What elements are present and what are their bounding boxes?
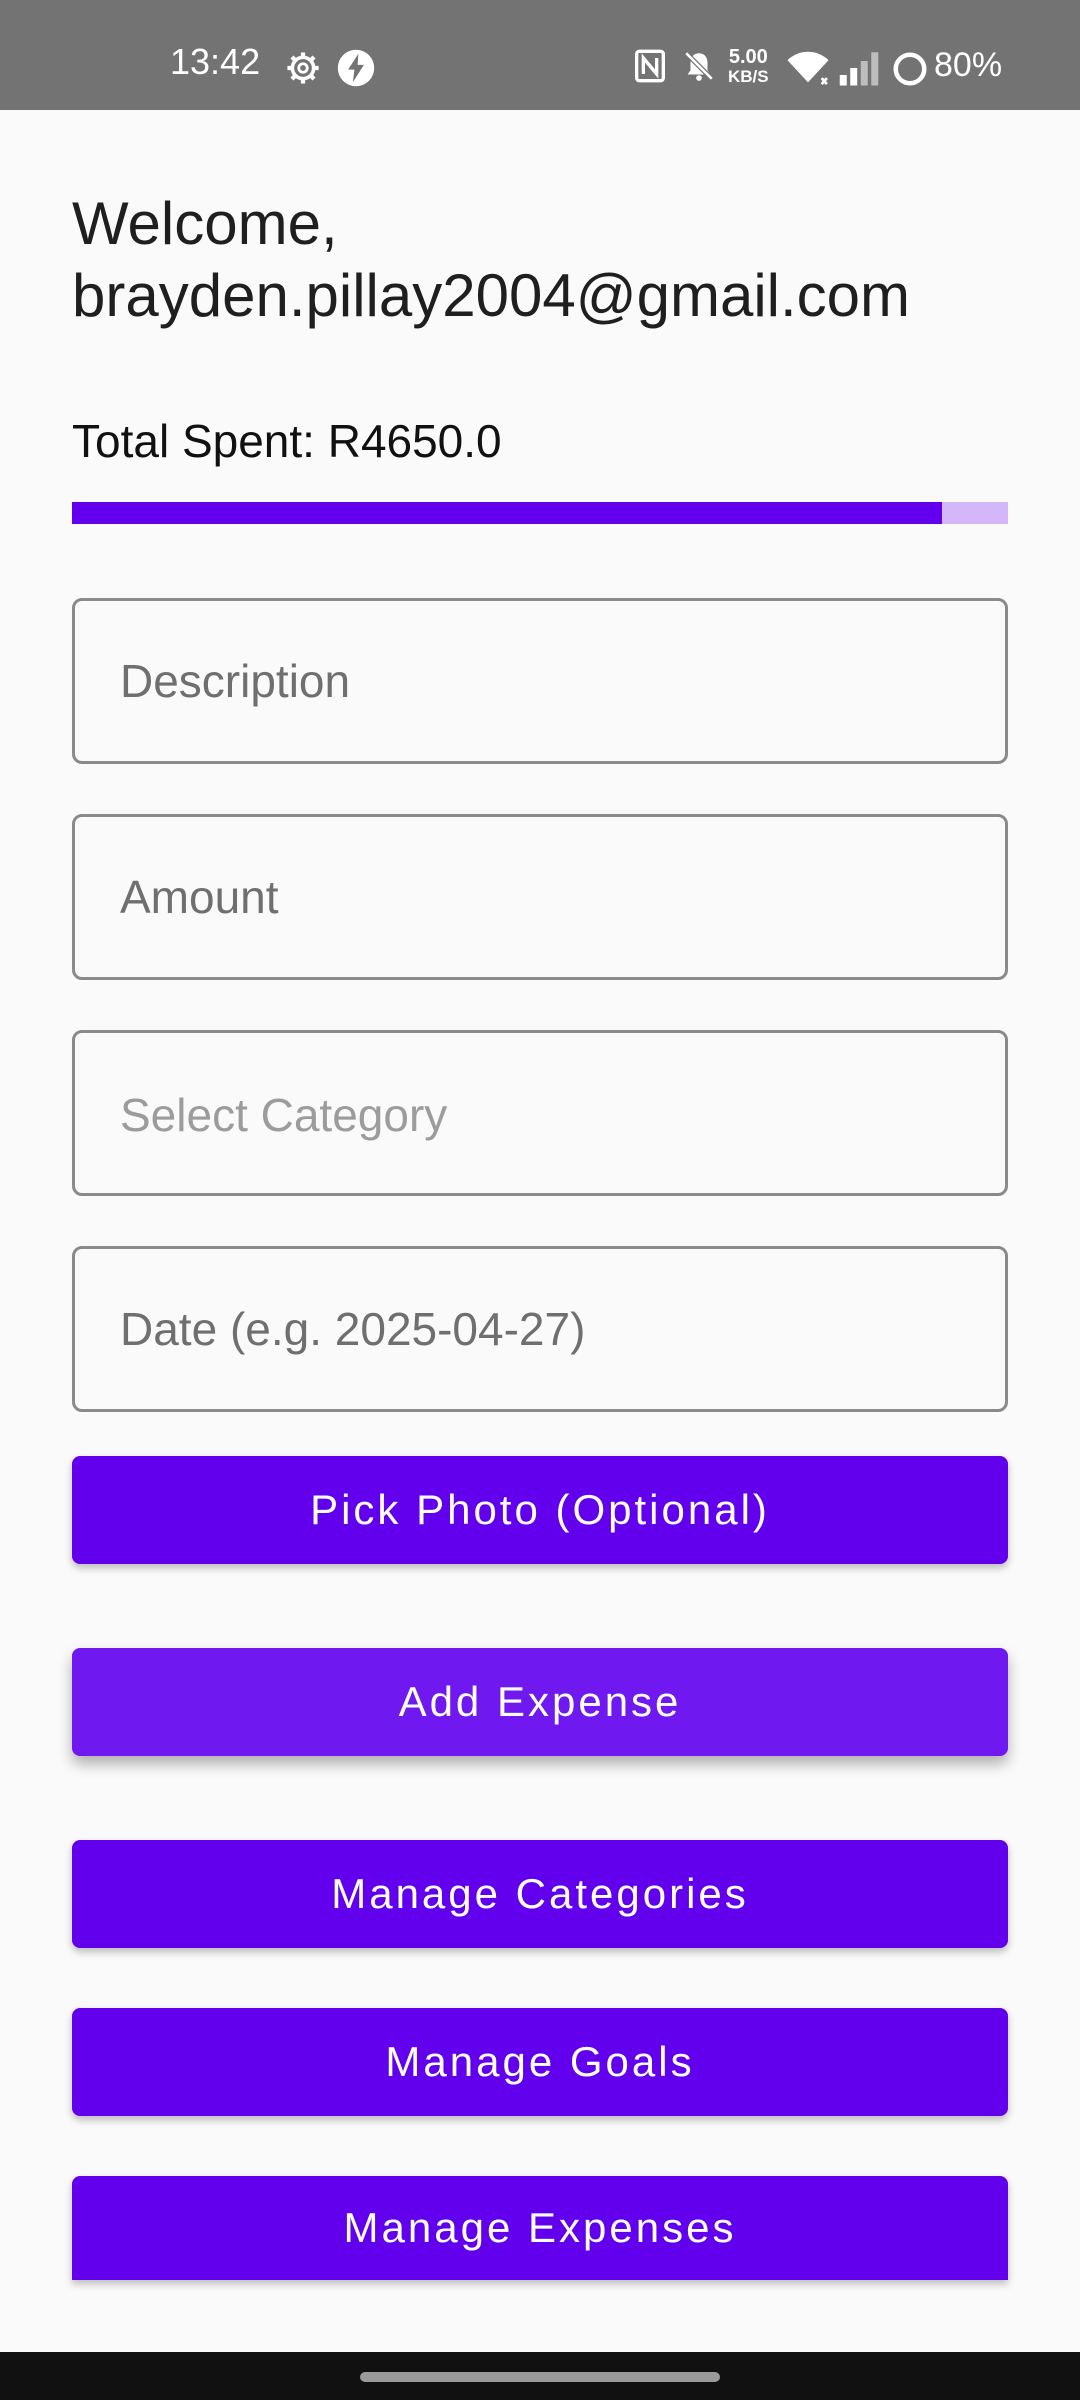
flash-icon <box>337 49 375 87</box>
nfc-icon <box>635 49 665 83</box>
spending-progress-fill <box>72 502 943 524</box>
net-speed: 5.00 KB/S <box>728 46 769 86</box>
pick-photo-button[interactable]: Pick Photo (Optional) <box>72 1456 1008 1564</box>
status-time: 13:42 <box>170 41 261 82</box>
gear-icon <box>287 52 319 84</box>
net-speed-value: 5.00 <box>728 46 768 68</box>
date-input[interactable] <box>75 1249 1005 1409</box>
description-input[interactable] <box>75 601 1005 761</box>
description-field[interactable] <box>72 598 1008 764</box>
category-select-placeholder: Select Category <box>120 1089 448 1141</box>
amount-input[interactable] <box>75 817 1005 977</box>
welcome-heading: Welcome, brayden.pillay2004@gmail.com <box>72 188 1022 332</box>
add-expense-button[interactable]: Add Expense <box>72 1648 1008 1756</box>
manage-expenses-button[interactable]: Manage Expenses <box>72 2176 1008 2280</box>
signal-icon <box>839 52 879 86</box>
bell-muted-icon <box>684 51 714 81</box>
total-spent-text: Total Spent: R4650.0 <box>72 415 502 467</box>
manage-categories-button[interactable]: Manage Categories <box>72 1840 1008 1948</box>
welcome-label: Welcome, <box>72 190 338 257</box>
battery-icon <box>893 52 927 86</box>
battery-percentage: 80% <box>934 46 1003 84</box>
wifi-icon <box>787 51 829 86</box>
home-gesture-handle[interactable] <box>360 2372 720 2382</box>
amount-field[interactable] <box>72 814 1008 980</box>
spending-progress-bar <box>72 502 1008 524</box>
category-select[interactable]: Select Category <box>72 1030 1008 1196</box>
status-bar: 13:42 5.00 KB/S 80% <box>0 0 1080 110</box>
user-email: brayden.pillay2004@gmail.com <box>72 262 911 329</box>
net-speed-unit: KB/S <box>728 67 769 86</box>
manage-goals-button[interactable]: Manage Goals <box>72 2008 1008 2116</box>
date-field[interactable] <box>72 1246 1008 1412</box>
navigation-bar <box>0 2352 1080 2400</box>
